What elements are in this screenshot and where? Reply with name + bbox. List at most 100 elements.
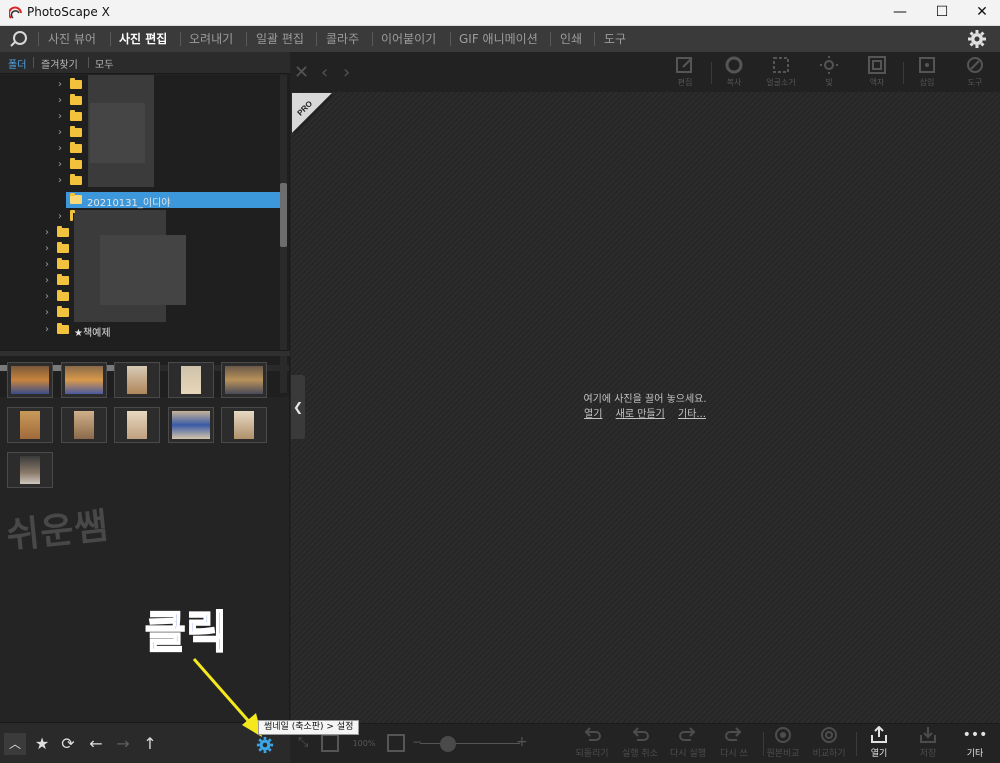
thumbnail[interactable] bbox=[114, 362, 160, 398]
expand-chevron-icon[interactable]: › bbox=[58, 175, 62, 186]
menu-cut-out[interactable]: 오려내기 bbox=[189, 26, 233, 52]
menu-batch[interactable]: 일괄 편집 bbox=[256, 26, 304, 52]
folder-row[interactable]: › bbox=[0, 141, 280, 157]
collapse-panel-button[interactable]: ❮ bbox=[291, 375, 305, 439]
chevron-up-icon[interactable]: ︿ bbox=[4, 733, 26, 755]
folder-row[interactable]: › bbox=[0, 173, 280, 189]
folder-row[interactable]: › bbox=[0, 125, 280, 141]
expand-chevron-icon[interactable]: › bbox=[45, 307, 49, 318]
expand-chevron-icon[interactable]: › bbox=[58, 95, 62, 106]
star-icon[interactable]: ★ bbox=[31, 733, 53, 755]
expand-chevron-icon[interactable]: › bbox=[45, 243, 49, 254]
zoom-slider[interactable] bbox=[420, 743, 520, 744]
menu-collage[interactable]: 콜라주 bbox=[326, 26, 359, 52]
forward-arrow-icon[interactable]: → bbox=[112, 733, 134, 755]
folder-row[interactable]: › bbox=[0, 305, 280, 321]
expand-chevron-icon[interactable]: › bbox=[58, 143, 62, 154]
menu-combine[interactable]: 이어붙이기 bbox=[381, 26, 436, 52]
thumbnail[interactable] bbox=[168, 407, 214, 443]
undo-button[interactable]: 실행 취소 bbox=[615, 726, 665, 762]
close-icon[interactable]: ✕ bbox=[294, 62, 309, 83]
settings-gear-icon[interactable] bbox=[967, 29, 987, 49]
folder-row[interactable]: › bbox=[0, 225, 280, 241]
folder-row[interactable]: › bbox=[0, 273, 280, 289]
folder-row[interactable]: › bbox=[0, 241, 280, 257]
thumbnail[interactable] bbox=[221, 362, 267, 398]
menu-photo-viewer[interactable]: 사진 뷰어 bbox=[48, 26, 96, 52]
folder-row[interactable]: › bbox=[0, 157, 280, 173]
zoom-in-icon[interactable]: + bbox=[516, 734, 528, 750]
new-link[interactable]: 새로 만들기 bbox=[616, 409, 665, 420]
close-button[interactable]: ✕ bbox=[962, 0, 1000, 26]
next-icon[interactable]: › bbox=[343, 62, 350, 83]
folder-row[interactable]: › bbox=[0, 257, 280, 273]
tool-tools[interactable]: 도구 bbox=[953, 55, 997, 91]
zoom-out-icon[interactable]: − bbox=[412, 735, 422, 749]
expand-chevron-icon[interactable]: › bbox=[58, 79, 62, 90]
expand-chevron-icon[interactable]: › bbox=[58, 159, 62, 170]
menu-gif-animation[interactable]: GIF 애니메이션 bbox=[459, 26, 538, 52]
thumbnail[interactable] bbox=[114, 407, 160, 443]
open-button[interactable]: 열기 bbox=[854, 726, 904, 762]
folder-row[interactable]: › bbox=[0, 93, 280, 109]
refresh-icon[interactable]: ⟳ bbox=[57, 733, 79, 755]
previous-icon[interactable]: ‹ bbox=[321, 62, 328, 83]
expand-chevron-icon[interactable]: › bbox=[58, 111, 62, 122]
expand-chevron-icon[interactable]: › bbox=[58, 211, 62, 222]
up-arrow-icon[interactable]: ↑ bbox=[139, 733, 161, 755]
fit-icon[interactable]: ⤡ bbox=[298, 735, 308, 750]
folder-row[interactable]: › bbox=[0, 77, 280, 93]
maximize-button[interactable]: ☐ bbox=[922, 0, 962, 26]
compare-button[interactable]: 비교하기 bbox=[804, 726, 854, 762]
open-link[interactable]: 열기 bbox=[584, 409, 602, 420]
more-button[interactable]: ••• 기타 bbox=[950, 726, 1000, 762]
actual-size-icon[interactable] bbox=[321, 734, 339, 752]
expand-chevron-icon[interactable]: › bbox=[45, 324, 49, 335]
redo-button[interactable]: 다시 실행 bbox=[663, 726, 713, 762]
menu-photo-editor[interactable]: 사진 편집 bbox=[119, 26, 167, 52]
thumbnail[interactable] bbox=[61, 362, 107, 398]
thumbnail[interactable] bbox=[61, 407, 107, 443]
expand-chevron-icon[interactable]: › bbox=[45, 259, 49, 270]
folder-row[interactable]: › bbox=[0, 209, 280, 225]
thumbnail[interactable] bbox=[7, 407, 53, 443]
folder-row-selected[interactable]: 20210131_이디야 bbox=[66, 192, 280, 209]
tab-folders[interactable]: 폴더 bbox=[8, 56, 26, 71]
tree-vertical-scrollbar[interactable] bbox=[280, 75, 287, 393]
home-icon[interactable] bbox=[9, 30, 29, 48]
thumbnail[interactable] bbox=[7, 362, 53, 398]
photo-drop-area[interactable] bbox=[291, 52, 1000, 723]
expand-chevron-icon[interactable]: › bbox=[45, 227, 49, 238]
more-link[interactable]: 기타... bbox=[678, 409, 706, 420]
rewrite-button[interactable]: 다시 쓰 bbox=[709, 726, 759, 762]
revert-button[interactable]: 되돌리기 bbox=[567, 726, 617, 762]
menu-tools[interactable]: 도구 bbox=[604, 26, 626, 52]
back-arrow-icon[interactable]: ← bbox=[85, 733, 107, 755]
tool-light[interactable]: 빛 bbox=[807, 55, 851, 91]
scrollbar-thumb[interactable] bbox=[280, 183, 287, 247]
tab-favorites[interactable]: 즐겨찾기 bbox=[41, 56, 78, 71]
thumbnail[interactable] bbox=[7, 452, 53, 488]
save-button[interactable]: 저장 bbox=[903, 726, 953, 762]
tab-all[interactable]: 모두 bbox=[95, 56, 113, 71]
expand-chevron-icon[interactable]: › bbox=[58, 127, 62, 138]
folder-row[interactable]: › bbox=[0, 109, 280, 125]
expand-chevron-icon[interactable]: › bbox=[45, 291, 49, 302]
menu-print[interactable]: 인쇄 bbox=[560, 26, 582, 52]
tool-insert[interactable]: 삽입 bbox=[905, 55, 949, 91]
thumbnail[interactable] bbox=[221, 407, 267, 443]
folder-row[interactable]: › bbox=[0, 289, 280, 305]
folder-row[interactable]: › ★책예제 bbox=[0, 322, 280, 339]
tool-face-blur[interactable]: 얼굴소거 bbox=[759, 55, 803, 91]
toolbar-divider bbox=[903, 62, 904, 84]
tool-copy[interactable]: 복사 bbox=[712, 55, 756, 91]
tool-edit[interactable]: 편집 bbox=[663, 55, 707, 91]
thumbnail[interactable] bbox=[168, 362, 214, 398]
zoom-value[interactable]: 100% bbox=[349, 737, 379, 751]
expand-chevron-icon[interactable]: › bbox=[45, 275, 49, 286]
zoom-slider-knob[interactable] bbox=[440, 736, 456, 752]
zoom-box-icon[interactable] bbox=[387, 734, 405, 752]
tool-frame[interactable]: 액자 bbox=[855, 55, 899, 91]
minimize-button[interactable]: — bbox=[880, 0, 920, 26]
compare-original-button[interactable]: 원본비교 bbox=[758, 726, 808, 762]
